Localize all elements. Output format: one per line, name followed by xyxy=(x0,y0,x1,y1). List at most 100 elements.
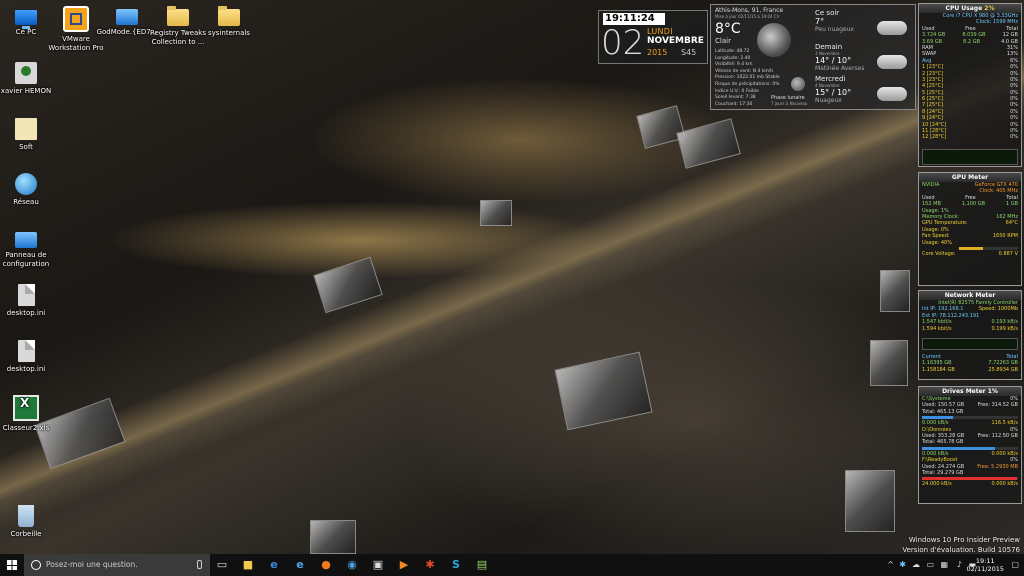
wallpaper-cube xyxy=(880,270,910,312)
bluetooth-icon[interactable]: ✱ xyxy=(899,560,906,569)
cortana-icon xyxy=(31,560,41,570)
watermark-line: Windows 10 Pro Insider Preview xyxy=(908,536,1020,544)
desktop-icon-classeur2[interactable]: Classeur2.xls xyxy=(0,395,61,433)
wallpaper-cube xyxy=(870,340,908,386)
drive-f-usage-bar xyxy=(922,477,1018,481)
drive-fill xyxy=(922,446,995,450)
folder-icon xyxy=(218,6,240,26)
weather-detail: Visibilité: 9.4 km xyxy=(715,62,753,68)
media-icon[interactable]: ▶ xyxy=(396,557,412,573)
chevron-up-icon[interactable]: ^ xyxy=(887,560,894,569)
volume-icon[interactable]: ♪ xyxy=(957,560,962,569)
weather-detail: Soleil levant: 7:38 xyxy=(715,95,756,101)
drive-c-usage-bar xyxy=(922,416,1018,420)
weather-details: Latitude: 48.72 Longitude: 2.40 Visibili… xyxy=(715,49,780,108)
drives-meter-gadget[interactable]: Drives Meter 1% C:\Systeme 0% Used: 150.5… xyxy=(918,386,1022,504)
gpu-fan-usage: Usage: 40% xyxy=(922,239,952,246)
weather-updated: Mise à jour 02/11/15 à 19:04 Clr xyxy=(715,14,780,19)
skype-icon[interactable]: S xyxy=(448,557,464,573)
gpu-fan-bar xyxy=(959,246,1018,250)
search-placeholder: Posez-moi une question. xyxy=(46,560,138,569)
taskbar-date: 02/11/2015 xyxy=(966,565,1004,573)
forecast-temp: 7° xyxy=(815,17,825,26)
onedrive-icon[interactable]: ☁ xyxy=(912,560,920,569)
desktop-icon-label: Soft xyxy=(19,143,33,151)
network-tray-icon[interactable]: ▦ xyxy=(940,560,948,569)
drive-d-usage-bar xyxy=(922,446,1018,450)
clock-year: 2015 xyxy=(647,48,668,57)
desktop-icon-desktop-ini[interactable]: desktop.ini xyxy=(0,284,61,318)
forecast-condition: Nuageux xyxy=(815,97,842,104)
drive-d-total: Total: 465.78 GB xyxy=(922,439,964,446)
network-meter-gadget[interactable]: Network Meter Intel(R) 82575 Family Cont… xyxy=(918,290,1022,380)
desktop-icon-corbeille[interactable]: Corbeille xyxy=(0,505,61,539)
user-folder-icon xyxy=(15,62,37,84)
recycle-bin-icon xyxy=(18,505,34,527)
weather-temperature: 8°C xyxy=(715,21,741,37)
desktop-icon-panneau-config[interactable]: Panneau de configuration xyxy=(0,229,61,269)
folder-icon[interactable]: ■ xyxy=(240,557,256,573)
control-panel-icon xyxy=(116,9,138,25)
gpu-title: GPU Meter xyxy=(919,173,1021,182)
folder-icon xyxy=(167,6,189,26)
gpu-meter-gadget[interactable]: GPU Meter NVIDIA GeForce GTX 470 Clock: 4… xyxy=(918,172,1022,286)
desktop-icon-xavier-hemon[interactable]: xavier HEMON xyxy=(0,62,61,96)
edge-icon[interactable]: e xyxy=(266,557,282,573)
file-icon xyxy=(17,284,35,306)
clock-widget[interactable]: 19:11:24 02 LUNDI NOVEMBRE 2015 S45 xyxy=(598,10,708,64)
start-button[interactable] xyxy=(0,554,24,576)
taskbar-clock[interactable]: 19:11 02/11/2015 xyxy=(967,557,1004,573)
forecast-temp: 15° / 10° xyxy=(815,88,852,97)
windows-logo-icon xyxy=(7,560,17,570)
rain-cloud-icon xyxy=(877,55,907,69)
battery-icon[interactable]: ▭ xyxy=(926,560,934,569)
drive-f-total: Total: 29.279 GB xyxy=(922,469,964,476)
network-download: 1.594 kbit/s 0.199 kB/s xyxy=(922,325,1018,332)
desktop-icon-label: Panneau de configuration xyxy=(2,251,50,268)
desktop-icon-sysinternals[interactable]: sysinternals xyxy=(194,6,264,38)
desktop-icon-label: xavier HEMON xyxy=(0,87,52,95)
wallpaper-cube xyxy=(310,520,356,554)
weather-detail: Couchant: 17:30 xyxy=(715,101,753,107)
desktop-icon-label: Réseau xyxy=(13,198,39,206)
wallpaper-cube xyxy=(480,200,512,226)
clock-week: S45 xyxy=(681,48,697,57)
vmware-icon xyxy=(63,6,89,32)
task-view-icon[interactable]: ▭ xyxy=(214,557,230,573)
desktop-icon-label: sysinternals xyxy=(208,29,250,37)
file-icon xyxy=(17,340,35,362)
forecast-title: Mercredi xyxy=(815,75,846,83)
clock-day-name: LUNDI xyxy=(647,27,673,36)
network-title: Network Meter xyxy=(919,291,1021,300)
weather-condition: Clair xyxy=(715,37,731,45)
desktop-icon-label: desktop.ini xyxy=(6,309,46,317)
weather-detail: Risque de précipitations: 0% xyxy=(715,81,780,87)
forecast-temp: 14° / 10° xyxy=(815,56,852,65)
drive-c-total: Total: 465.13 GB xyxy=(922,408,964,415)
desktop-icon-soft[interactable]: Soft xyxy=(0,118,61,152)
ie-icon[interactable]: e xyxy=(292,557,308,573)
computer-icon xyxy=(15,10,37,29)
system-tray: ^ ✱ ☁ ▭ ▦ ♪ ▬ 19:11 02/11/2015 ▢ xyxy=(884,554,1024,576)
notepad-icon[interactable]: ▤ xyxy=(474,557,490,573)
forecast-wednesday: Mercredi 4 Novembre 15° / 10° Nuageux xyxy=(815,75,875,104)
cpu-usage-gadget[interactable]: CPU Usage 2% Core i7 CPU X 980 @ 3.33GHz… xyxy=(918,3,1022,167)
settings-icon[interactable]: ✱ xyxy=(422,557,438,573)
firefox-icon[interactable]: ● xyxy=(318,557,334,573)
forecast-title: Ce soir xyxy=(815,9,840,17)
notifications-icon[interactable]: ▢ xyxy=(1011,560,1019,569)
weather-detail: Pression: 1022.01 mb Stable xyxy=(715,75,780,81)
desktop-icon-desktop-ini[interactable]: desktop.ini xyxy=(0,340,61,374)
network-icon xyxy=(15,173,37,195)
weather-location: Athis-Mons, 91, France xyxy=(715,7,784,14)
store-icon[interactable]: ▣ xyxy=(370,557,386,573)
wallpaper-cube xyxy=(845,470,895,532)
microphone-icon[interactable] xyxy=(197,560,202,569)
chrome-icon[interactable]: ◉ xyxy=(344,557,360,573)
taskbar: Posez-moi une question. ▭ ■ e e ● ◉ ▣ ▶ … xyxy=(0,554,1024,576)
desktop-icon-reseau[interactable]: Réseau xyxy=(0,173,61,207)
weather-widget[interactable]: Athis-Mons, 91, France Mise à jour 02/11… xyxy=(710,4,916,110)
cpu-history-graph xyxy=(922,149,1018,165)
wallpaper-cube xyxy=(554,351,653,431)
search-box[interactable]: Posez-moi une question. xyxy=(24,554,210,576)
